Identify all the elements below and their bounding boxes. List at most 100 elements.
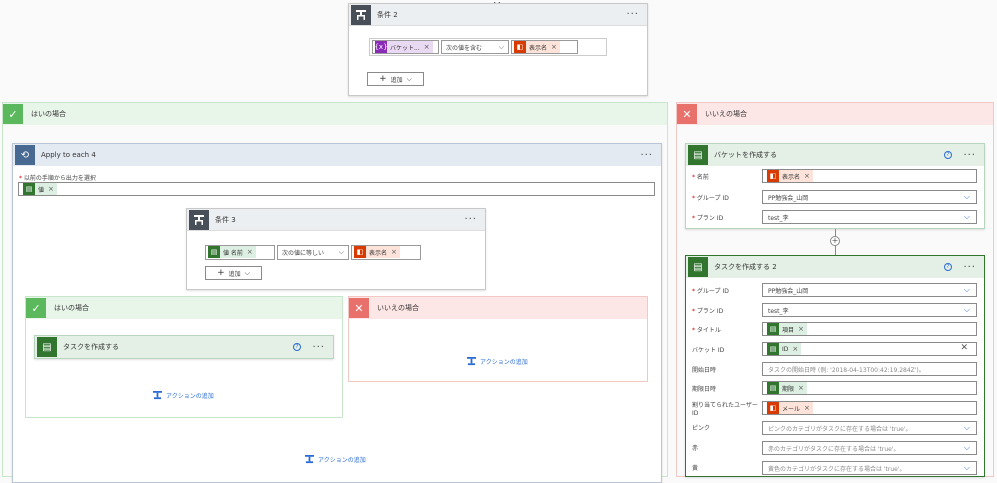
task-red-label: 赤: [692, 445, 699, 452]
remove-token-icon[interactable]: ×: [792, 345, 798, 353]
remove-token-icon[interactable]: ×: [391, 248, 397, 256]
office-icon: ◧: [514, 41, 526, 53]
create-bucket-more-icon[interactable]: ···: [963, 150, 976, 161]
planner-icon: ▤: [688, 257, 708, 277]
planner-icon: ▤: [37, 337, 57, 357]
create-task2-more-icon[interactable]: ···: [963, 262, 976, 273]
task-plan-select[interactable]: test_李 ⌵: [762, 303, 977, 317]
token-bucket[interactable]: {x} バケット... ×: [374, 41, 433, 53]
inner-yes-header[interactable]: ✓ はいの場合: [26, 297, 342, 319]
remove-token-icon[interactable]: ×: [798, 325, 804, 333]
task-title-field[interactable]: ▤ 項目 ×: [762, 322, 977, 336]
create-task2-card: ▤ タスクを作成する 2 ? ··· * グループ ID PP勉強会_山岡 ⌵ *…: [685, 255, 985, 477]
remove-token-icon[interactable]: ×: [424, 43, 430, 51]
add-action-icon: [467, 357, 476, 366]
plus-icon: +: [217, 268, 225, 278]
help-icon[interactable]: ?: [944, 151, 952, 159]
remove-token-icon[interactable]: ×: [247, 248, 253, 256]
condition3-left-operand[interactable]: ▤ 値 名前 ×: [205, 244, 275, 260]
condition2-header[interactable]: 条件 2 ···: [349, 4, 647, 26]
token-display-name[interactable]: ◧ 表示名 ×: [354, 246, 400, 258]
remove-token-icon[interactable]: ×: [551, 43, 557, 51]
token-id[interactable]: ▤ ID ×: [767, 343, 802, 355]
task-start-field[interactable]: タスクの開始日時 (例: '2018-04-13T00:42:19.284Z')…: [762, 362, 977, 376]
apply-each-header[interactable]: ⟲ Apply to each 4 ···: [13, 144, 661, 166]
inner-no-container: ✕ いいえの場合 アクションの追加: [348, 296, 648, 382]
inner-yes-add-action[interactable]: アクションの追加: [153, 391, 214, 400]
condition2-add-button[interactable]: + 追加 ⌵: [367, 72, 424, 86]
planner-icon: ▤: [767, 382, 779, 394]
condition3-card: 条件 3 ··· ▤ 値 名前 × 次の値に等しい ⌵ ◧ 表示名 × + 追加 ⌵: [186, 208, 486, 290]
condition3-add-button[interactable]: + 追加 ⌵: [205, 266, 262, 280]
bucket-plan-label: * プラン ID: [692, 215, 724, 222]
inner-no-add-action[interactable]: アクションの追加: [467, 357, 528, 366]
task-group-select[interactable]: PP勉強会_山岡 ⌵: [762, 283, 977, 297]
planner-icon: ▤: [688, 145, 708, 165]
token-value[interactable]: ▤ 値 ×: [23, 183, 57, 195]
token-item[interactable]: ▤ 項目 ×: [767, 323, 807, 335]
create-task-more-icon[interactable]: ···: [312, 342, 325, 353]
task-group-label: * グループ ID: [692, 288, 729, 295]
check-icon: ✓: [26, 298, 46, 318]
bucket-name-label: * 名前: [692, 174, 709, 181]
condition2-operator-select[interactable]: 次の値を含む ⌵: [441, 40, 509, 54]
token-mail[interactable]: ◧ メール ×: [767, 402, 813, 414]
condition2-more-icon[interactable]: ···: [626, 9, 639, 20]
task-yellow-select[interactable]: 黄色のカテゴリがタスクに存在する場合は 'true'。 ⌵: [762, 461, 977, 475]
apply-each-select-label: * 以前の手順から出力を選択: [19, 175, 96, 182]
remove-token-icon[interactable]: ×: [804, 172, 810, 180]
task-title-label: * タイトル: [692, 327, 721, 334]
bucket-group-select[interactable]: PP勉強会_山岡 ⌵: [762, 190, 977, 204]
remove-token-icon[interactable]: ×: [48, 185, 54, 193]
condition3-right-operand[interactable]: ◧ 表示名 ×: [351, 244, 421, 260]
condition3-more-icon[interactable]: ···: [464, 214, 477, 225]
remove-token-icon[interactable]: ×: [804, 404, 810, 412]
task-red-select[interactable]: 赤のカテゴリがタスクに存在する場合は 'true'。 ⌵: [762, 441, 977, 455]
task-assigned-field[interactable]: ◧ メール ×: [762, 401, 977, 415]
no-branch-header[interactable]: ✕ いいえの場合: [677, 103, 993, 125]
condition2-right-operand[interactable]: ◧ 表示名 ×: [511, 40, 578, 54]
remove-token-icon[interactable]: ×: [798, 384, 804, 392]
task-yellow-label: 黄: [692, 465, 699, 472]
chevron-down-icon: ⌵: [498, 42, 504, 51]
apply-each-title: Apply to each 4: [41, 151, 96, 159]
condition3-expression: ▤ 値 名前 × 次の値に等しい ⌵ ◧ 表示名 ×: [205, 244, 421, 260]
bucket-plan-select[interactable]: test_李 ⌵: [762, 210, 977, 224]
clear-icon[interactable]: ✕: [960, 343, 968, 353]
add-action-icon: [305, 455, 314, 464]
apply-each-select-field[interactable]: ▤ 値 ×: [18, 182, 655, 196]
token-due[interactable]: ▤ 期限 ×: [767, 382, 807, 394]
bucket-group-label: * グループ ID: [692, 195, 729, 202]
apply-each-more-icon[interactable]: ···: [640, 150, 653, 161]
add-action-icon: [153, 391, 162, 400]
create-task-header[interactable]: ▤ タスクを作成する ? ···: [35, 336, 333, 358]
create-task-card[interactable]: ▤ タスクを作成する ? ···: [34, 335, 334, 359]
apply-each-add-action[interactable]: アクションの追加: [305, 455, 366, 464]
create-bucket-card: ▤ バケットを作成する ? ··· * 名前 ◧ 表示名 × * グループ ID P…: [685, 143, 985, 229]
chevron-down-icon: ⌵: [963, 212, 970, 221]
loop-icon: ⟲: [15, 145, 35, 165]
help-icon[interactable]: ?: [944, 263, 952, 271]
chevron-down-icon: ⌵: [963, 305, 970, 314]
create-task2-header[interactable]: ▤ タスクを作成する 2 ? ···: [686, 256, 984, 278]
task-due-label: 期限日時: [692, 386, 717, 393]
condition-icon: [351, 4, 371, 25]
token-display-name[interactable]: ◧ 表示名 ×: [767, 170, 813, 182]
condition2-title: 条件 2: [377, 10, 398, 19]
task-bucket-field[interactable]: ▤ ID × ✕: [762, 342, 977, 356]
condition3-operator-select[interactable]: 次の値に等しい ⌵: [277, 244, 349, 260]
task-pink-select[interactable]: ピンクのカテゴリがタスクに存在する場合は 'true'。 ⌵: [762, 421, 977, 435]
token-value-name[interactable]: ▤ 値 名前 ×: [208, 246, 256, 258]
create-bucket-header[interactable]: ▤ バケットを作成する ? ···: [686, 144, 984, 166]
chevron-down-icon: ⌵: [406, 74, 412, 83]
yes-branch-header[interactable]: ✓ はいの場合: [3, 103, 667, 125]
condition3-header[interactable]: 条件 3 ···: [187, 209, 485, 231]
help-icon[interactable]: ?: [293, 343, 301, 351]
insert-step-plus-icon[interactable]: +: [830, 236, 840, 246]
token-display-name[interactable]: ◧ 表示名 ×: [514, 41, 560, 53]
condition2-left-operand[interactable]: {x} バケット... ×: [372, 40, 439, 54]
expression-icon: {x}: [374, 41, 388, 53]
task-due-field[interactable]: ▤ 期限 ×: [762, 381, 977, 395]
inner-no-header[interactable]: ✕ いいえの場合: [349, 297, 647, 319]
bucket-name-field[interactable]: ◧ 表示名 ×: [762, 169, 977, 183]
